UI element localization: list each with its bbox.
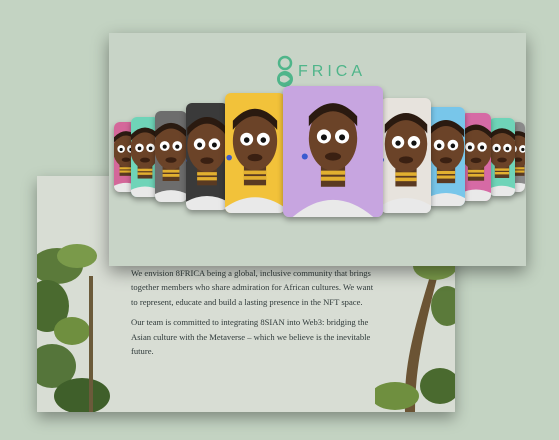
about-paragraph-1: We envision 8FRICA being a global, inclu… <box>131 268 374 307</box>
hero-section: FRICA <box>109 33 526 266</box>
nft-card-9[interactable] <box>461 113 491 201</box>
nft-card-8[interactable] <box>427 107 465 206</box>
logo-mark-icon <box>277 55 293 87</box>
jungle-foliage-left <box>37 236 117 412</box>
page: We envision 8FRICA being a global, inclu… <box>0 0 559 440</box>
nft-avatar-icon <box>427 107 465 206</box>
nft-card-10[interactable] <box>489 118 515 196</box>
nft-card-3[interactable] <box>155 111 187 202</box>
nft-avatar-icon <box>225 93 285 213</box>
nft-avatar-icon <box>283 86 383 217</box>
nft-card-4[interactable] <box>186 103 228 210</box>
nft-card-center[interactable] <box>283 86 383 217</box>
nft-card-5[interactable] <box>225 93 285 213</box>
jungle-foliage-right <box>375 246 455 412</box>
nft-avatar-icon <box>461 113 491 201</box>
about-text: We envision 8FRICA being a global, inclu… <box>131 266 381 364</box>
nft-avatar-icon <box>381 98 431 213</box>
nft-avatar-icon <box>489 118 515 196</box>
logo-text: FRICA <box>298 63 366 80</box>
nft-avatar-icon <box>155 111 187 202</box>
about-paragraph-2: Our team is committed to integrating 8SI… <box>131 317 371 357</box>
nft-avatar-icon <box>186 103 228 210</box>
nft-card-7[interactable] <box>381 98 431 213</box>
